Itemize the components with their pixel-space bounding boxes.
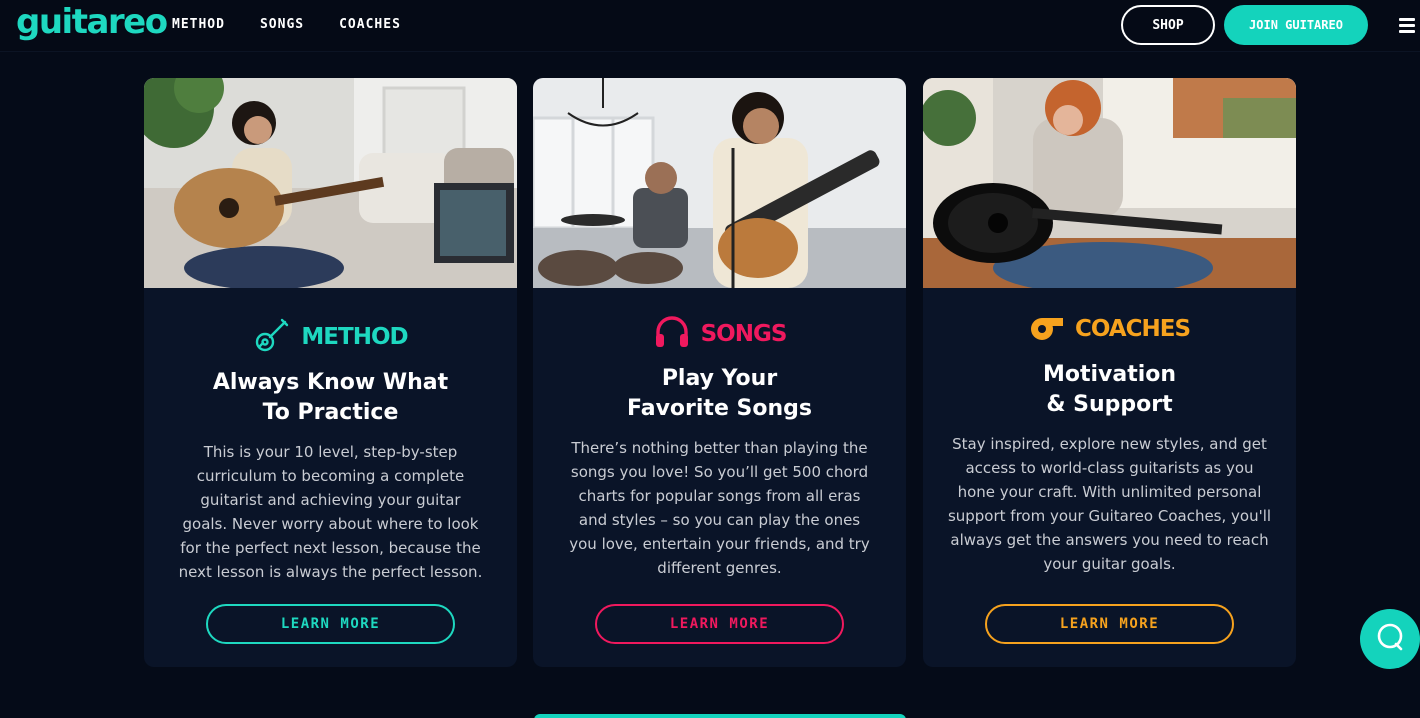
coaches-card: COACHES Motivation & Support Stay inspir… <box>923 78 1296 667</box>
method-label: METHOD <box>301 324 408 350</box>
shop-button[interactable]: SHOP <box>1121 5 1215 45</box>
songs-label: SONGS <box>700 321 788 347</box>
coaches-heading: Motivation & Support <box>923 360 1296 420</box>
nav-coaches[interactable]: COACHES <box>339 17 401 32</box>
heading-line: & Support <box>1046 392 1173 417</box>
heading-line: To Practice <box>262 400 399 425</box>
chat-button[interactable] <box>1360 609 1420 669</box>
bottom-cta-button[interactable] <box>534 714 906 718</box>
method-description: This is your 10 level, step-by-step curr… <box>178 443 483 581</box>
method-learn-more-button[interactable]: LEARN MORE <box>206 604 455 644</box>
coaches-description: Stay inspired, explore new styles, and g… <box>947 435 1272 573</box>
coaches-photo <box>923 78 1296 288</box>
songs-brand: SONGS <box>533 314 906 354</box>
chat-bubble-icon <box>1375 622 1405 656</box>
songs-card: SONGS Play Your Favorite Songs There’s n… <box>533 78 906 667</box>
main-nav: METHOD SONGS COACHES <box>172 17 401 32</box>
hamburger-menu-icon[interactable] <box>1399 18 1415 34</box>
heading-line: Motivation <box>1042 362 1177 387</box>
coaches-brand: COACHES <box>923 312 1296 346</box>
songs-heading: Play Your Favorite Songs <box>533 364 906 424</box>
headphones-icon <box>653 314 691 354</box>
nav-songs[interactable]: SONGS <box>260 17 304 32</box>
whistle-icon <box>1029 312 1065 346</box>
heading-line: Play Your <box>661 366 778 391</box>
songs-photo <box>533 78 906 288</box>
songs-description: There’s nothing better than playing the … <box>569 439 870 577</box>
method-heading: Always Know What To Practice <box>144 368 517 428</box>
heading-line: Favorite Songs <box>627 396 812 421</box>
method-card: METHOD Always Know What To Practice This… <box>144 78 517 667</box>
songs-learn-more-button[interactable]: LEARN MORE <box>595 604 844 644</box>
coaches-learn-more-button[interactable]: LEARN MORE <box>985 604 1234 644</box>
site-header: guitareo METHOD SONGS COACHES SHOP JOIN … <box>0 0 1420 52</box>
method-photo <box>144 78 517 288</box>
coaches-label: COACHES <box>1074 316 1191 342</box>
join-guitareo-button[interactable]: JOIN GUITAREO <box>1224 5 1368 45</box>
guitareo-logo[interactable]: guitareo <box>16 2 168 42</box>
heading-line: Always Know What <box>212 370 449 395</box>
guitar-icon <box>253 316 291 358</box>
nav-method[interactable]: METHOD <box>172 17 225 32</box>
method-brand: METHOD <box>144 316 517 358</box>
